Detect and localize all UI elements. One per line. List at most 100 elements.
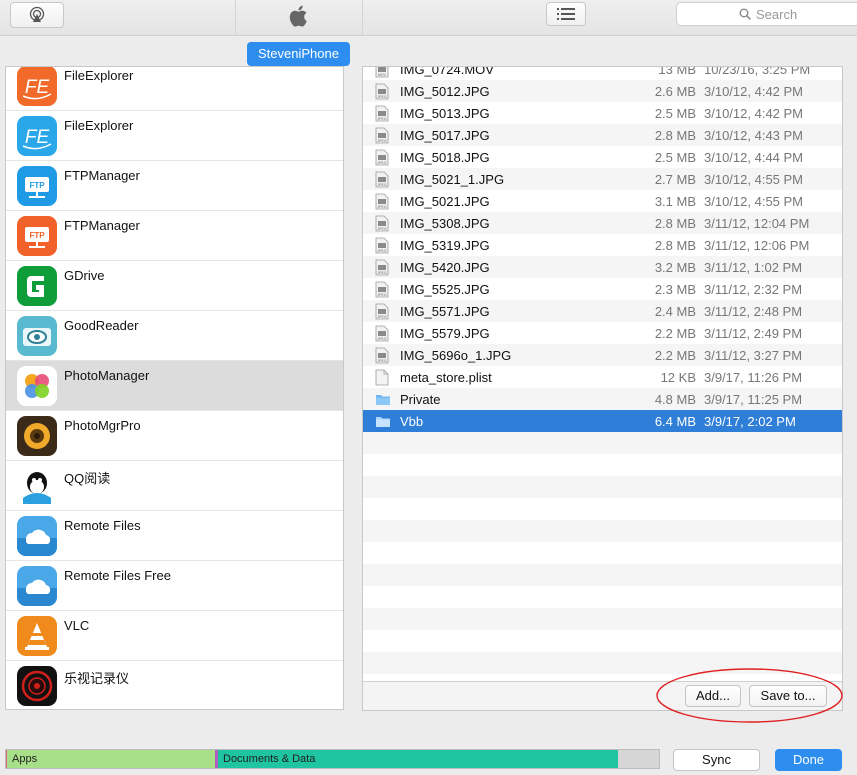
app-list-item[interactable]: PhotoManager	[6, 361, 343, 411]
sync-button[interactable]: Sync	[673, 749, 760, 771]
list-view-button[interactable]	[546, 2, 586, 26]
file-row[interactable]: JPEG IMG_5021_1.JPG 2.7 MB 3/10/12, 4:55 PM	[363, 168, 842, 190]
recorder-app-icon	[17, 666, 57, 706]
app-name-label: Remote Files Free	[64, 568, 171, 583]
file-name: Private	[400, 392, 441, 407]
svg-text:JPEG: JPEG	[377, 139, 386, 143]
image-file-icon: JPEG	[374, 215, 390, 232]
ftp-orange-app-icon: FTP	[17, 216, 57, 256]
file-name: IMG_5571.JPG	[400, 304, 490, 319]
app-name-label: FileExplorer	[64, 118, 134, 133]
file-size: 2.5 MB	[654, 106, 696, 121]
file-row[interactable]: JPEG IMG_5420.JPG 3.2 MB 3/11/12, 1:02 PM	[363, 256, 842, 278]
file-list[interactable]: MOV IMG_0724.MOV 13 MB 10/23/16, 3:25 PM JPE…	[363, 67, 842, 681]
file-size: 2.5 MB	[654, 150, 696, 165]
capacity-segment-apps: Apps	[7, 750, 215, 768]
file-row[interactable]: JPEG IMG_5308.JPG 2.8 MB 3/11/12, 12:04 PM	[363, 212, 842, 234]
app-list-item[interactable]: FE FileExplorer	[6, 67, 343, 111]
app-list-item[interactable]: PhotoMgrPro	[6, 411, 343, 461]
airplay-button[interactable]	[10, 2, 64, 28]
svg-text:FE: FE	[25, 77, 50, 98]
empty-row	[363, 586, 842, 608]
file-name: meta_store.plist	[400, 370, 492, 385]
file-size: 12 KB	[660, 370, 696, 385]
empty-row	[363, 564, 842, 586]
file-row[interactable]: MOV IMG_0724.MOV 13 MB 10/23/16, 3:25 PM	[363, 67, 842, 80]
svg-text:FE: FE	[25, 127, 50, 148]
file-row[interactable]: JPEG IMG_5012.JPG 2.6 MB 3/10/12, 4:42 PM	[363, 80, 842, 102]
file-row[interactable]: JPEG IMG_5571.JPG 2.4 MB 3/11/12, 2:48 PM	[363, 300, 842, 322]
file-name: IMG_5013.JPG	[400, 106, 490, 121]
app-name-label: FTPManager	[64, 168, 140, 183]
image-file-icon: JPEG	[374, 105, 390, 122]
empty-row	[363, 542, 842, 564]
apple-logo-icon	[289, 5, 307, 27]
app-list-item[interactable]: 乐视记录仪	[6, 661, 343, 709]
svg-text:JPEG: JPEG	[377, 337, 386, 341]
app-name-label: FTPManager	[64, 218, 140, 233]
file-row[interactable]: JPEG IMG_5017.JPG 2.8 MB 3/10/12, 4:43 PM	[363, 124, 842, 146]
capacity-segment-documents-data: Documents & Data	[218, 750, 618, 768]
app-list-item[interactable]: GDrive	[6, 261, 343, 311]
file-row[interactable]: Vbb 6.4 MB 3/9/17, 2:02 PM	[363, 410, 842, 432]
gdrive-app-icon	[17, 266, 57, 306]
app-list-item[interactable]: Remote Files Free	[6, 561, 343, 611]
file-date: 3/11/12, 12:04 PM	[704, 216, 810, 231]
file-row[interactable]: JPEG IMG_5579.JPG 2.2 MB 3/11/12, 2:49 PM	[363, 322, 842, 344]
image-file-icon: JPEG	[374, 237, 390, 254]
cloud-app-icon	[17, 516, 57, 556]
app-list-item[interactable]: FE FileExplorer	[6, 111, 343, 161]
file-size: 2.2 MB	[654, 326, 696, 341]
qq-app-icon	[17, 466, 57, 506]
device-name-button[interactable]: SteveniPhone	[247, 42, 350, 66]
empty-row	[363, 432, 842, 454]
toolbar-divider	[235, 0, 236, 36]
file-row[interactable]: JPEG IMG_5696o_1.JPG 2.2 MB 3/11/12, 3:27 P…	[363, 344, 842, 366]
airplay-icon	[29, 6, 45, 22]
app-list-item[interactable]: GoodReader	[6, 311, 343, 361]
app-list-item[interactable]: QQ阅读	[6, 461, 343, 511]
file-row[interactable]: meta_store.plist 12 KB 3/9/17, 11:26 PM	[363, 366, 842, 388]
file-date: 3/11/12, 12:06 PM	[704, 238, 810, 253]
app-list-item[interactable]: VLC	[6, 611, 343, 661]
file-date: 3/11/12, 2:32 PM	[704, 282, 803, 297]
list-icon	[557, 8, 575, 20]
file-row[interactable]: JPEG IMG_5319.JPG 2.8 MB 3/11/12, 12:06 PM	[363, 234, 842, 256]
svg-text:JPEG: JPEG	[377, 95, 386, 99]
image-file-icon: JPEG	[374, 303, 390, 320]
file-name: IMG_5696o_1.JPG	[400, 348, 512, 363]
file-size: 2.2 MB	[654, 348, 696, 363]
cloud-app-icon	[17, 566, 57, 606]
file-row[interactable]: Private 4.8 MB 3/9/17, 11:25 PM	[363, 388, 842, 410]
app-list-item[interactable]: FTP FTPManager	[6, 211, 343, 261]
app-list-item[interactable]: FTP FTPManager	[6, 161, 343, 211]
done-button[interactable]: Done	[775, 749, 842, 771]
apps-list[interactable]: FE FileExplorer FE FileExplorer FTP FTPManage…	[5, 66, 344, 710]
file-row[interactable]: JPEG IMG_5013.JPG 2.5 MB 3/10/12, 4:42 PM	[363, 102, 842, 124]
fileexplorer-orange-app-icon: FE	[17, 67, 57, 106]
file-name: IMG_5308.JPG	[400, 216, 490, 231]
file-size: 6.4 MB	[654, 414, 696, 429]
file-date: 3/9/17, 2:02 PM	[704, 414, 796, 429]
file-row[interactable]: JPEG IMG_5525.JPG 2.3 MB 3/11/12, 2:32 PM	[363, 278, 842, 300]
empty-row	[363, 520, 842, 542]
file-size: 3.2 MB	[654, 260, 696, 275]
svg-text:JPEG: JPEG	[377, 227, 386, 231]
image-file-icon: JPEG	[374, 127, 390, 144]
file-name: IMG_5012.JPG	[400, 84, 490, 99]
file-date: 3/11/12, 2:49 PM	[704, 326, 803, 341]
app-list-item[interactable]: Remote Files	[6, 511, 343, 561]
document-file-icon	[374, 369, 390, 386]
file-date: 3/10/12, 4:44 PM	[704, 150, 804, 165]
file-row[interactable]: JPEG IMG_5018.JPG 2.5 MB 3/10/12, 4:44 PM	[363, 146, 842, 168]
empty-row	[363, 608, 842, 630]
file-date: 3/11/12, 3:27 PM	[704, 348, 803, 363]
file-row[interactable]: JPEG IMG_5021.JPG 3.1 MB 3/10/12, 4:55 PM	[363, 190, 842, 212]
file-date: 10/23/16, 3:25 PM	[704, 67, 811, 77]
file-name: IMG_5525.JPG	[400, 282, 490, 297]
image-file-icon: JPEG	[374, 347, 390, 364]
app-name-label: 乐视记录仪	[64, 671, 130, 686]
search-input[interactable]: Search	[676, 2, 857, 26]
ftp-blue-app-icon: FTP	[17, 166, 57, 206]
file-date: 3/10/12, 4:42 PM	[704, 106, 804, 121]
